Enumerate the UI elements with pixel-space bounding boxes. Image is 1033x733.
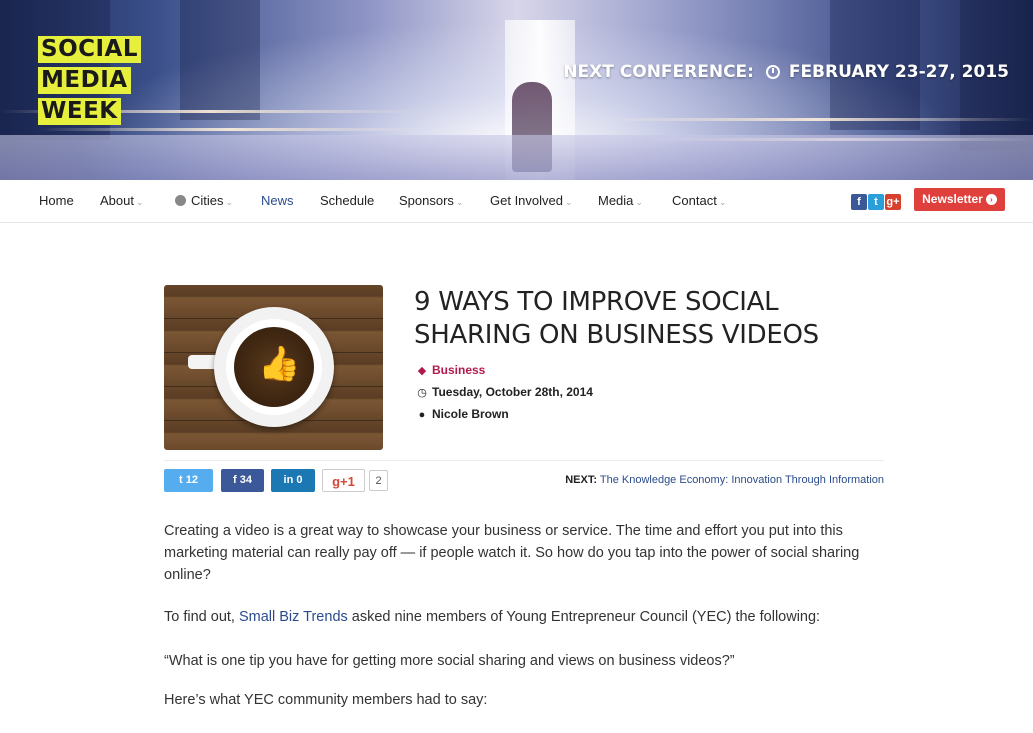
logo-line-week: WEEK (38, 98, 121, 125)
chevron-down-icon: ⌄ (635, 197, 643, 207)
thumbs-up-icon: 👍 (258, 345, 301, 383)
clock-icon: ◷ (417, 387, 427, 399)
twitter-icon[interactable]: t (868, 194, 884, 210)
nav-media-label: Media (598, 193, 634, 208)
twitter-share-button[interactable]: t 12 (164, 469, 213, 492)
linkedin-share-button[interactable]: in 0 (271, 469, 315, 492)
facebook-share-count: 34 (239, 474, 252, 486)
article-paragraph-1: Creating a video is a great way to showc… (164, 523, 860, 583)
site-logo[interactable]: SOCIAL MEDIA WEEK (38, 36, 168, 129)
next-article-link[interactable]: The Knowledge Economy: Innovation Throug… (600, 474, 884, 486)
article-title: 9 WAYS TO IMPROVE SOCIAL SHARING ON BUSI… (414, 287, 819, 350)
clock-icon (765, 65, 780, 79)
newsletter-button[interactable]: Newsletter › (914, 188, 1005, 211)
chevron-down-icon: ⌄ (135, 197, 144, 207)
logo-line-social: SOCIAL (38, 36, 142, 63)
article-paragraph-2: To find out, Small Biz Trends asked nine… (164, 606, 884, 628)
chevron-down-icon: ⌄ (718, 197, 727, 207)
article-author[interactable]: ● Nicole Brown (416, 407, 509, 421)
nav-cities-label: Cities (191, 193, 224, 208)
nav-contact-label: Contact (672, 193, 717, 208)
google-plus-share-button[interactable]: g+1 (322, 469, 365, 492)
nav-about-label: About (100, 193, 134, 208)
next-label: NEXT: (565, 474, 597, 486)
nav-sponsors-label: Sponsors (399, 193, 454, 208)
user-icon: ● (418, 409, 426, 421)
nav-get-involved[interactable]: Get Involved ⌄ (490, 193, 573, 208)
date-label: Tuesday, October 28th, 2014 (432, 385, 593, 399)
arrow-right-circle-icon: › (985, 194, 997, 205)
nav-contact[interactable]: Contact ⌄ (672, 193, 726, 208)
small-biz-trends-link[interactable]: Small Biz Trends (239, 609, 348, 625)
nav-news[interactable]: News (261, 193, 294, 208)
share-bar: t 12 f 34 in 0 g+1 2 NEXT: The Knowledge… (164, 460, 884, 493)
facebook-icon[interactable]: f (851, 194, 867, 210)
chevron-down-icon: ⌄ (455, 197, 464, 207)
article-paragraph-3: “What is one tip you have for getting mo… (164, 653, 735, 669)
nav-media[interactable]: Media ⌄ (598, 193, 643, 208)
linkedin-icon: in (283, 474, 294, 486)
linkedin-share-count: 0 (296, 474, 303, 486)
author-label: Nicole Brown (432, 407, 509, 421)
next-article: NEXT: The Knowledge Economy: Innovation … (565, 474, 884, 486)
tag-icon: ◆ (417, 365, 427, 377)
nav-schedule-label: Schedule (320, 193, 375, 208)
conference-dates: FEBRUARY 23-27, 2015 (788, 62, 1009, 82)
twitter-icon: t (179, 474, 183, 486)
category-label: Business (432, 363, 486, 377)
google-plus-label: g+1 (332, 474, 355, 489)
facebook-share-button[interactable]: f 34 (221, 469, 264, 492)
p2-post: asked nine members of Young Entrepreneur… (347, 609, 821, 625)
nav-cities[interactable]: Cities ⌄ (175, 193, 233, 208)
next-conference-banner: NEXT CONFERENCE: FEBRUARY 23-27, 2015 (563, 62, 1009, 82)
article-date: ◷ Tuesday, October 28th, 2014 (416, 385, 593, 399)
newsletter-label: Newsletter (922, 192, 983, 206)
nav-news-label: News (261, 193, 294, 208)
nav-get-involved-label: Get Involved (490, 193, 563, 208)
facebook-icon: f (233, 474, 237, 486)
article-thumbnail[interactable]: 👍 (164, 285, 383, 450)
google-plus-icon[interactable]: g+ (885, 194, 901, 210)
chevron-down-icon: ⌄ (565, 197, 573, 207)
twitter-share-count: 12 (185, 474, 198, 486)
google-plus-share-count: 2 (369, 470, 388, 491)
globe-icon (175, 195, 186, 206)
nav-schedule[interactable]: Schedule (320, 193, 374, 208)
header-social-links: f t g+ (851, 192, 902, 210)
nav-home-label: Home (39, 193, 74, 208)
p2-pre: To find out, (164, 609, 239, 625)
nav-sponsors[interactable]: Sponsors ⌄ (399, 193, 463, 208)
logo-line-media: MEDIA (38, 67, 131, 94)
next-conference-label: NEXT CONFERENCE: (563, 62, 754, 82)
nav-about[interactable]: About ⌄ (100, 193, 144, 208)
article-category[interactable]: ◆ Business (416, 363, 486, 377)
nav-home[interactable]: Home (39, 193, 74, 208)
chevron-down-icon: ⌄ (225, 197, 234, 207)
hero-banner: SOCIAL MEDIA WEEK NEXT CONFERENCE: FEBRU… (0, 0, 1033, 180)
article-paragraph-4: Here’s what YEC community members had to… (164, 692, 488, 708)
